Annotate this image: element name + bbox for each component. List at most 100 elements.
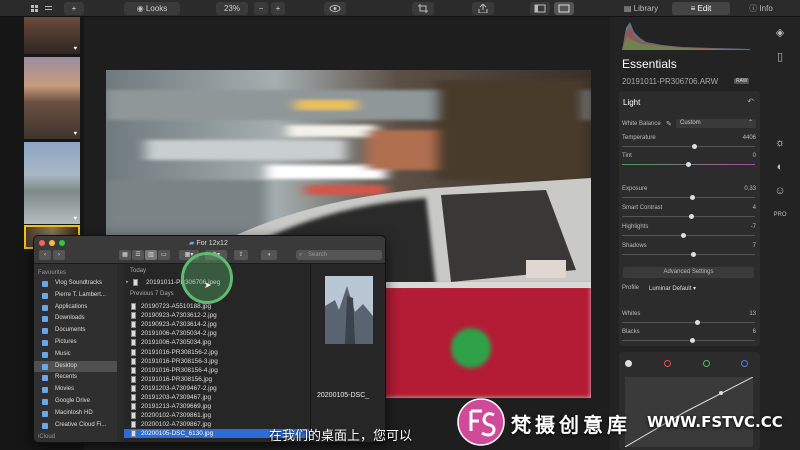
single-view-icon[interactable]: [554, 2, 574, 15]
advanced-settings-button[interactable]: Advanced Settings: [623, 267, 754, 278]
sidebar-item[interactable]: Movies: [34, 384, 117, 395]
finder-title-text: For 12x12: [196, 240, 228, 247]
gallery-view-icon[interactable]: ▭: [158, 250, 170, 260]
slider-knob[interactable]: [686, 162, 691, 167]
sidebar-item-label: Macintosh HD: [55, 409, 93, 416]
crop-icon[interactable]: [412, 2, 434, 15]
creative-icon[interactable]: ◐: [772, 159, 788, 175]
file-row[interactable]: 20191016-PR308156.jpg: [124, 375, 309, 384]
icon-view-icon[interactable]: ▦: [119, 250, 131, 260]
slider-knob[interactable]: [689, 214, 694, 219]
minimize-icon[interactable]: [49, 240, 55, 246]
slider-knob[interactable]: [681, 233, 686, 238]
search-input[interactable]: ⌕ Search: [296, 250, 382, 260]
sidebar-item-icon: [42, 340, 48, 346]
slider-track[interactable]: [622, 233, 755, 238]
looks-button[interactable]: ◉ Looks: [124, 2, 180, 15]
sidebar-item[interactable]: Pictures: [34, 337, 117, 348]
curve-red-dot[interactable]: [664, 360, 671, 367]
curve-rgb-dot[interactable]: [625, 360, 632, 367]
column-view-icon[interactable]: ▥: [145, 250, 157, 260]
thumbnail[interactable]: ♥: [24, 57, 80, 139]
heart-icon[interactable]: ♥: [73, 216, 77, 222]
slider-track[interactable]: [622, 320, 755, 325]
file-row[interactable]: 20191016-PR308156-2.jpg: [124, 348, 309, 357]
list-view-icon[interactable]: ☰: [132, 250, 144, 260]
sidebar-item[interactable]: Downloads: [34, 313, 117, 324]
file-row[interactable]: 20191016-PR308156-4.jpg: [124, 366, 309, 375]
sidebar-item[interactable]: Documents: [34, 325, 117, 336]
sidebar-item[interactable]: Desktop: [34, 360, 117, 372]
slider-knob[interactable]: [690, 338, 695, 343]
curve-green-dot[interactable]: [703, 360, 710, 367]
share-icon[interactable]: ⇪: [234, 250, 248, 260]
eyedropper-icon[interactable]: ✎: [666, 120, 672, 128]
essentials-icon[interactable]: ☼: [772, 135, 788, 151]
slider-track[interactable]: [622, 338, 755, 343]
zoom-out-button[interactable]: −: [254, 2, 268, 15]
sidebar-item-icon: [42, 351, 48, 358]
zoom-select[interactable]: 23%: [216, 2, 248, 15]
file-row[interactable]: 20191006-A7305034.jpg: [124, 338, 309, 347]
profile-select[interactable]: Luminar Default ▾: [649, 285, 696, 292]
heart-icon[interactable]: ♥: [73, 46, 77, 52]
portrait-icon[interactable]: ☺: [772, 183, 788, 199]
tab-info[interactable]: ⓘ Info: [732, 2, 790, 15]
back-button[interactable]: ‹: [39, 250, 51, 260]
close-icon[interactable]: [39, 240, 45, 246]
maximize-icon[interactable]: [59, 240, 65, 246]
tag-icon[interactable]: ◖: [261, 250, 277, 260]
sidebar-item[interactable]: Music: [34, 349, 117, 360]
file-row[interactable]: 20190923-A7303614-2.jpg: [124, 320, 309, 329]
file-name: 20191016-PR308156-2.jpg: [141, 348, 218, 356]
slider-knob[interactable]: [692, 144, 697, 149]
curve-graph[interactable]: [625, 377, 753, 447]
file-row[interactable]: 20190723-A5510188.jpg: [124, 302, 309, 311]
grid-icon[interactable]: [29, 2, 39, 15]
zoom-in-button[interactable]: +: [271, 2, 285, 15]
slider-track[interactable]: [622, 144, 755, 149]
forward-button[interactable]: ›: [53, 250, 65, 260]
file-row[interactable]: 20191006-A7305034-2.jpg: [124, 329, 309, 338]
sidebar-item[interactable]: Recents: [34, 372, 117, 383]
tab-edit[interactable]: ≡ Edit: [672, 2, 730, 15]
list-icon[interactable]: [43, 2, 53, 15]
slider-track[interactable]: [622, 162, 755, 167]
file-name: 20190923-A7303612-2.jpg: [141, 312, 217, 320]
slider-knob[interactable]: [691, 252, 696, 257]
white-balance-select[interactable]: Custom ⌃: [676, 119, 756, 128]
file-row[interactable]: 20191016-PR308156-3.jpg: [124, 357, 309, 366]
layers-icon[interactable]: ◈: [772, 25, 788, 41]
canvas-icon[interactable]: ▯: [772, 49, 788, 65]
slider-track[interactable]: [622, 214, 755, 219]
share-icon[interactable]: [472, 2, 494, 15]
filmstrip-toggle-icon[interactable]: [530, 2, 550, 15]
sidebar-item[interactable]: Google Drive: [34, 396, 117, 407]
curve-blue-dot[interactable]: [741, 360, 748, 367]
slider-knob[interactable]: [690, 195, 695, 200]
sidebar-item[interactable]: Pierre T. Lambert...: [34, 290, 117, 301]
reset-icon[interactable]: ↶: [747, 97, 754, 106]
sidebar-item[interactable]: Macintosh HD: [34, 408, 117, 419]
slider-track[interactable]: [622, 252, 755, 257]
file-row[interactable]: 20191213-A7309669.jpg: [124, 402, 309, 411]
slider-track[interactable]: [622, 195, 755, 200]
file-row[interactable]: 20191203-A7309467-2.jpg: [124, 384, 309, 393]
sidebar-item[interactable]: Creative Cloud Fi...: [34, 420, 117, 431]
file-row[interactable]: 20200102-A7309861.jpg: [124, 411, 309, 420]
file-row[interactable]: 20190923-A7303612-2.jpg: [124, 311, 309, 320]
thumbnail[interactable]: ♥: [24, 17, 80, 54]
slider-knob[interactable]: [695, 320, 700, 325]
sidebar-item[interactable]: Applications: [34, 302, 117, 313]
tab-library[interactable]: ▤ Library: [612, 2, 670, 15]
file-icon: [131, 366, 136, 374]
pro-icon[interactable]: PRO: [772, 207, 788, 223]
add-button[interactable]: +: [64, 2, 84, 15]
sidebar-item-label: Movies: [55, 386, 75, 393]
thumbnail[interactable]: ♥: [24, 142, 80, 224]
file-icon: [131, 394, 136, 401]
eye-icon[interactable]: [324, 2, 346, 15]
sidebar-item[interactable]: Vlog Soundtracks: [34, 278, 117, 289]
heart-icon[interactable]: ♥: [73, 131, 77, 137]
file-row[interactable]: 20191203-A7309467.jpg: [124, 393, 309, 402]
